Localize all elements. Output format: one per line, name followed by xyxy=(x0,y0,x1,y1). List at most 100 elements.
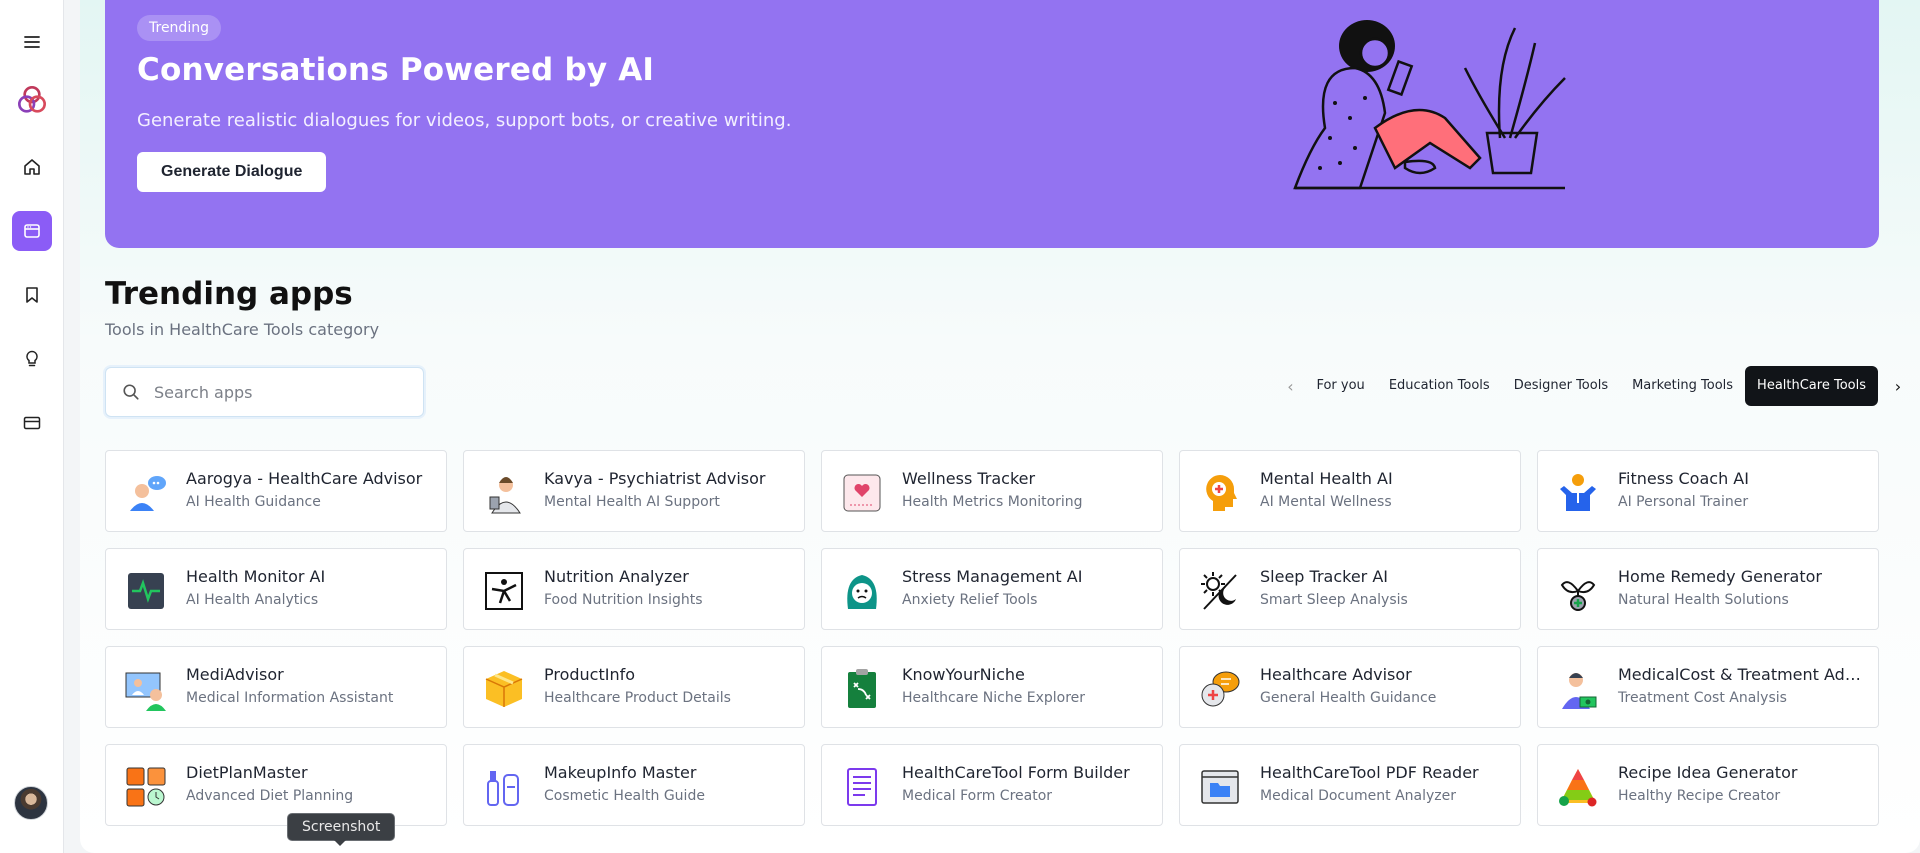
search-icon xyxy=(123,384,139,400)
apps-icon[interactable] xyxy=(12,211,52,251)
app-card[interactable]: Wellness Tracker Health Metrics Monitori… xyxy=(821,450,1163,532)
app-subtitle: AI Mental Wellness xyxy=(1260,494,1392,510)
app-card[interactable]: Aarogya - HealthCare Advisor AI Health G… xyxy=(105,450,447,532)
app-title: Recipe Idea Generator xyxy=(1618,763,1798,782)
hero-title: Conversations Powered by AI xyxy=(137,52,655,88)
app-card[interactable]: Recipe Idea Generator Healthy Recipe Cre… xyxy=(1537,744,1879,826)
tab-marketing-tools[interactable]: Marketing Tools xyxy=(1620,366,1745,406)
search-box[interactable] xyxy=(105,367,424,417)
menu-icon[interactable] xyxy=(12,22,52,62)
app-title: Aarogya - HealthCare Advisor xyxy=(186,469,423,488)
chevron-left-icon[interactable]: ‹ xyxy=(1276,377,1304,396)
section-title: Trending apps xyxy=(105,276,353,312)
chevron-right-icon[interactable]: › xyxy=(1878,377,1918,396)
folder-window-icon xyxy=(1198,765,1242,809)
app-title: HealthCareTool PDF Reader xyxy=(1260,763,1479,782)
generate-dialogue-button[interactable]: Generate Dialogue xyxy=(137,152,327,192)
cosmetics-icon xyxy=(482,765,526,809)
app-card[interactable]: Healthcare Advisor General Health Guidan… xyxy=(1179,646,1521,728)
app-card[interactable]: Fitness Coach AI AI Personal Trainer xyxy=(1537,450,1879,532)
diet-grid-icon xyxy=(124,765,168,809)
app-title: Wellness Tracker xyxy=(902,469,1036,488)
head-cross-icon xyxy=(1198,471,1242,515)
lightbulb-icon[interactable] xyxy=(12,339,52,379)
logo-icon[interactable] xyxy=(12,80,52,120)
app-title: Sleep Tracker AI xyxy=(1260,567,1388,586)
app-title: ProductInfo xyxy=(544,665,636,684)
app-card[interactable]: Nutrition Analyzer Food Nutrition Insigh… xyxy=(463,548,805,630)
avatar[interactable] xyxy=(14,786,48,820)
app-card[interactable]: Kavya - Psychiatrist Advisor Mental Heal… xyxy=(463,450,805,532)
app-subtitle: Natural Health Solutions xyxy=(1618,592,1789,608)
app-title: KnowYourNiche xyxy=(902,665,1025,684)
reading-woman-illustration xyxy=(1293,20,1566,190)
app-grid: Aarogya - HealthCare Advisor AI Health G… xyxy=(105,450,1879,826)
search-input[interactable] xyxy=(154,382,394,402)
app-card[interactable]: Stress Management AI Anxiety Relief Tool… xyxy=(821,548,1163,630)
tab-healthcare-tools[interactable]: HealthCare Tools xyxy=(1745,366,1878,406)
app-subtitle: Advanced Diet Planning xyxy=(186,788,354,804)
screenshot-tooltip: Screenshot xyxy=(287,813,396,846)
app-subtitle: AI Health Guidance xyxy=(186,494,321,510)
app-subtitle: Medical Form Creator xyxy=(902,788,1053,804)
app-title: MedicalCost & Treatment Advisor xyxy=(1618,665,1868,684)
credit-card-icon[interactable] xyxy=(12,403,52,443)
tab-designer-tools[interactable]: Designer Tools xyxy=(1502,366,1620,406)
app-card[interactable]: MediAdvisor Medical Information Assistan… xyxy=(105,646,447,728)
app-subtitle: AI Health Analytics xyxy=(186,592,319,608)
doctor-chat-icon xyxy=(124,471,168,515)
app-card[interactable]: Health Monitor AI AI Health Analytics xyxy=(105,548,447,630)
app-title: Stress Management AI xyxy=(902,567,1083,586)
app-title: MakeupInfo Master xyxy=(544,763,697,782)
home-icon[interactable] xyxy=(12,147,52,187)
hero-banner: Trending Conversations Powered by AI Gen… xyxy=(105,0,1879,248)
heart-monitor-icon xyxy=(840,471,884,515)
chat-plus-icon xyxy=(1198,667,1242,711)
box-icon xyxy=(482,667,526,711)
app-subtitle: Cosmetic Health Guide xyxy=(544,788,705,804)
tab-for-you[interactable]: For you xyxy=(1304,366,1376,406)
app-subtitle: Food Nutrition Insights xyxy=(544,592,703,608)
app-subtitle: Smart Sleep Analysis xyxy=(1260,592,1408,608)
app-card[interactable]: DietPlanMaster Advanced Diet Planning xyxy=(105,744,447,826)
app-card[interactable]: MakeupInfo Master Cosmetic Health Guide xyxy=(463,744,805,826)
app-card[interactable]: ProductInfo Healthcare Product Details xyxy=(463,646,805,728)
app-subtitle: General Health Guidance xyxy=(1260,690,1437,706)
stretch-figure-icon xyxy=(482,569,526,613)
sun-moon-icon xyxy=(1198,569,1242,613)
app-card[interactable]: HealthCareTool PDF Reader Medical Docume… xyxy=(1179,744,1521,826)
app-title: Kavya - Psychiatrist Advisor xyxy=(544,469,766,488)
category-tabs: ‹ For you Education Tools Designer Tools… xyxy=(1276,366,1918,406)
video-consult-icon xyxy=(124,667,168,711)
app-card[interactable]: KnowYourNiche Healthcare Niche Explorer xyxy=(821,646,1163,728)
food-pyramid-icon xyxy=(1556,765,1600,809)
tab-education-tools[interactable]: Education Tools xyxy=(1377,366,1502,406)
app-card[interactable]: HealthCareTool Form Builder Medical Form… xyxy=(821,744,1163,826)
doctor-money-icon xyxy=(1556,667,1600,711)
hero-subtitle: Generate realistic dialogues for videos,… xyxy=(137,110,792,131)
app-card[interactable]: Home Remedy Generator Natural Health Sol… xyxy=(1537,548,1879,630)
app-subtitle: Medical Document Analyzer xyxy=(1260,788,1456,804)
herb-icon xyxy=(1556,569,1600,613)
app-subtitle: Mental Health AI Support xyxy=(544,494,720,510)
sidebar xyxy=(0,0,64,853)
app-title: Home Remedy Generator xyxy=(1618,567,1822,586)
app-subtitle: Treatment Cost Analysis xyxy=(1618,690,1787,706)
app-card[interactable]: Mental Health AI AI Mental Wellness xyxy=(1179,450,1521,532)
app-card[interactable]: MedicalCost & Treatment Advisor Treatmen… xyxy=(1537,646,1879,728)
psychiatrist-icon xyxy=(482,471,526,515)
app-subtitle: Healthcare Niche Explorer xyxy=(902,690,1086,706)
app-title: Healthcare Advisor xyxy=(1260,665,1412,684)
app-title: Fitness Coach AI xyxy=(1618,469,1749,488)
app-card[interactable]: Sleep Tracker AI Smart Sleep Analysis xyxy=(1179,548,1521,630)
app-title: HealthCareTool Form Builder xyxy=(902,763,1130,782)
app-subtitle: Health Metrics Monitoring xyxy=(902,494,1083,510)
pulse-icon xyxy=(124,569,168,613)
app-subtitle: Healthcare Product Details xyxy=(544,690,731,706)
app-subtitle: AI Personal Trainer xyxy=(1618,494,1749,510)
app-title: DietPlanMaster xyxy=(186,763,308,782)
form-icon xyxy=(840,765,884,809)
trending-badge: Trending xyxy=(137,15,221,41)
app-title: Nutrition Analyzer xyxy=(544,567,689,586)
bookmark-icon[interactable] xyxy=(12,275,52,315)
